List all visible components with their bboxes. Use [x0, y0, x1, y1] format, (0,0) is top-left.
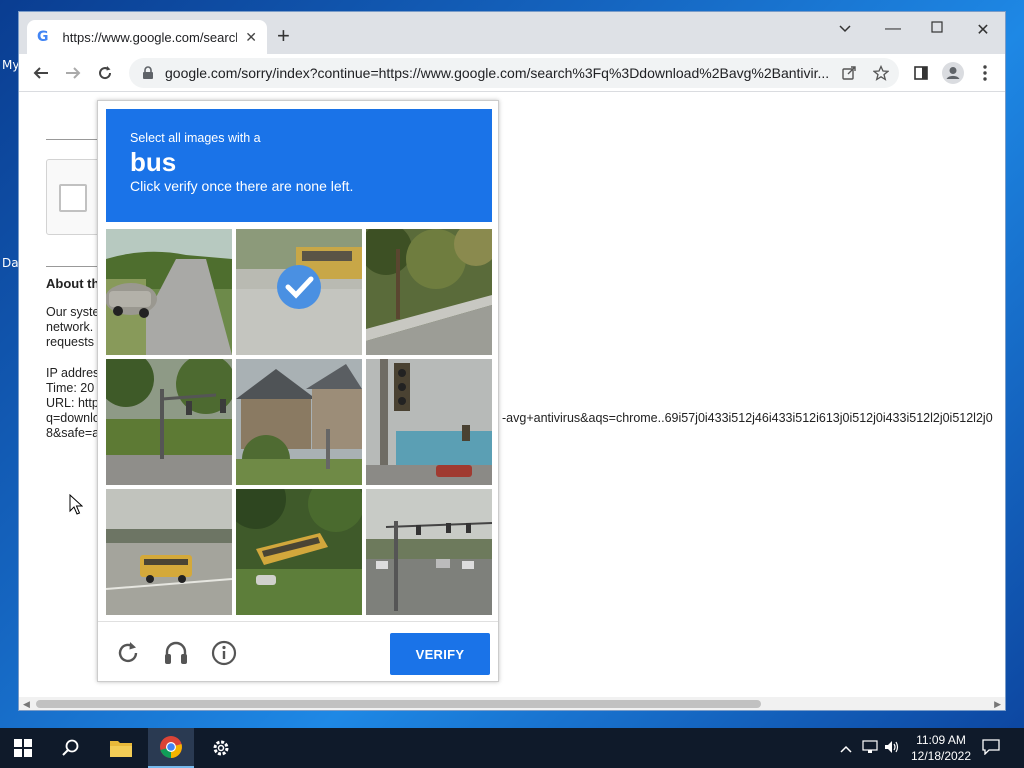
volume-icon[interactable]: [884, 740, 900, 757]
address-bar[interactable]: google.com/sorry/index?continue=https://…: [129, 58, 899, 88]
clock-date: 12/18/2022: [910, 749, 972, 763]
scroll-right-arrow-icon[interactable]: ▶: [994, 699, 1001, 710]
captcha-challenge: Select all images with a bus Click verif…: [97, 100, 499, 682]
desktop-icon-label: My: [2, 58, 20, 72]
info-icon[interactable]: [210, 639, 238, 667]
tab-strip: G https://www.google.com/search?q=downlo…: [19, 12, 1005, 54]
captcha-tile-traffic-light-field[interactable]: [106, 359, 232, 485]
captcha-tile-intersection[interactable]: [366, 489, 492, 615]
audio-challenge-headphones-icon[interactable]: [162, 639, 190, 667]
captcha-subtext: Click verify once there are none left.: [130, 178, 354, 194]
network-icon[interactable]: [862, 740, 878, 757]
recaptcha-checkbox[interactable]: [59, 184, 87, 212]
desktop-icon-label: Da: [2, 256, 19, 270]
google-favicon-icon: G: [37, 29, 49, 45]
recaptcha-widget[interactable]: [46, 159, 101, 235]
scrollbar-thumb[interactable]: [36, 700, 761, 708]
reload-challenge-icon[interactable]: [114, 639, 142, 667]
new-tab-button[interactable]: +: [277, 24, 290, 48]
captcha-instruction: Select all images with a: [130, 131, 261, 145]
para-line: network.: [46, 320, 94, 334]
captcha-tile-bus-selected[interactable]: [236, 229, 362, 355]
captcha-tile-trees-guardrail[interactable]: [366, 229, 492, 355]
notifications-icon[interactable]: [982, 739, 1000, 758]
verify-button[interactable]: VERIFY: [390, 633, 490, 675]
tray-chevron-up-icon[interactable]: [840, 740, 852, 756]
side-panel-icon[interactable]: [909, 62, 933, 84]
query-line: q=downlo: [46, 411, 100, 425]
minimize-button[interactable]: —: [879, 20, 907, 38]
captcha-image-grid: [106, 229, 492, 615]
url-line: URL: http: [46, 396, 99, 410]
url-text: google.com/sorry/index?continue=https://…: [165, 65, 830, 81]
reload-icon[interactable]: [93, 62, 117, 84]
forward-arrow-icon[interactable]: [61, 62, 85, 84]
captcha-tile-traffic-light-building[interactable]: [366, 359, 492, 485]
search-icon[interactable]: [48, 728, 94, 768]
ip-address-line: IP addres: [46, 366, 100, 380]
url-overflow-text: -avg+antivirus&aqs=chrome..69i57j0i433i5…: [502, 411, 993, 425]
close-tab-icon[interactable]: ✕: [245, 29, 257, 46]
captcha-footer: VERIFY: [98, 621, 498, 682]
taskbar: 11:09 AM 12/18/2022: [0, 728, 1024, 768]
scroll-left-arrow-icon[interactable]: ◀: [23, 699, 30, 710]
profile-avatar-icon[interactable]: [941, 62, 965, 84]
settings-gear-icon[interactable]: [198, 728, 244, 768]
browser-tab[interactable]: G https://www.google.com/search?q=downlo…: [27, 20, 267, 54]
share-icon[interactable]: [837, 62, 861, 84]
para-line: requests: [46, 335, 94, 349]
divider: [46, 266, 101, 267]
file-explorer-folder-icon[interactable]: [98, 728, 144, 768]
maximize-button[interactable]: [923, 20, 951, 38]
captcha-tile-school-bus-highway[interactable]: [106, 489, 232, 615]
tab-search-chevron-down-icon[interactable]: [831, 20, 859, 38]
bookmark-star-icon[interactable]: [869, 62, 893, 84]
start-windows-icon[interactable]: [0, 728, 46, 768]
para-line: Our syste: [46, 305, 100, 319]
time-line: Time: 20: [46, 381, 95, 395]
divider: [46, 139, 101, 140]
captcha-tile-houses[interactable]: [236, 359, 362, 485]
captcha-tile-road-car[interactable]: [106, 229, 232, 355]
kebab-menu-icon[interactable]: [973, 62, 997, 84]
horizontal-scrollbar[interactable]: ◀ ▶: [19, 697, 1005, 710]
tab-title: https://www.google.com/search?q=download…: [62, 29, 238, 45]
captcha-tile-school-bus-grass[interactable]: [236, 489, 362, 615]
system-clock[interactable]: 11:09 AM 12/18/2022: [906, 732, 976, 764]
mouse-cursor-icon: [69, 494, 83, 515]
about-heading: About th: [46, 276, 100, 291]
chrome-taskbar-icon[interactable]: [148, 728, 194, 768]
close-window-button[interactable]: ✕: [969, 20, 997, 40]
browser-toolbar: google.com/sorry/index?continue=https://…: [19, 54, 1005, 92]
clock-time: 11:09 AM: [916, 733, 966, 747]
lock-icon[interactable]: [141, 66, 155, 80]
captcha-header: Select all images with a bus Click verif…: [106, 109, 492, 222]
safe-line: 8&safe=a: [46, 426, 100, 440]
back-arrow-icon[interactable]: [29, 62, 53, 84]
captcha-target: bus: [130, 147, 177, 177]
